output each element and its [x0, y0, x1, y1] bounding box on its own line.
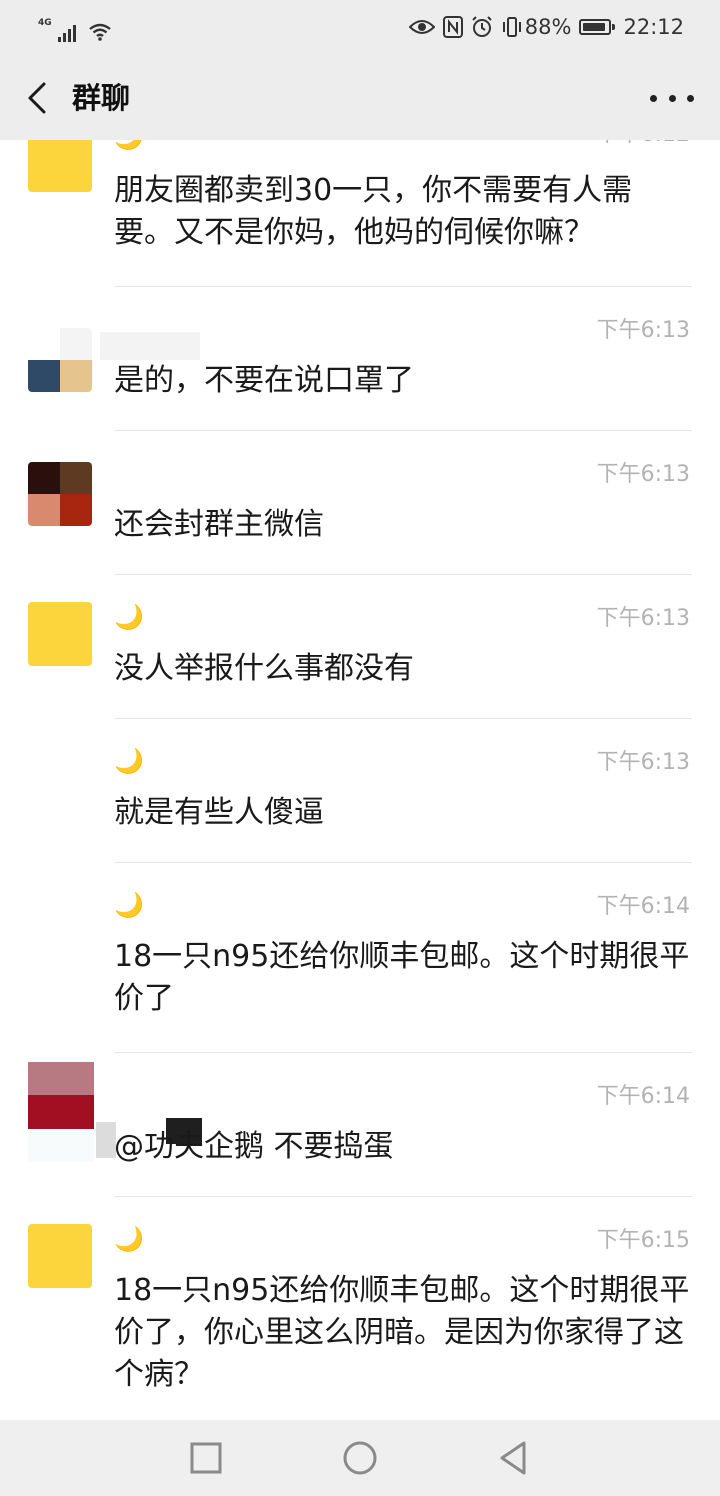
- timestamp: 下午6:12: [597, 140, 690, 150]
- message-item[interactable]: 🌙 下午6:13 没人举报什么事都没有: [0, 574, 720, 718]
- message-item[interactable]: 下午6:13 是的，不要在说口罩了: [0, 286, 720, 430]
- page-title: 群聊: [72, 81, 131, 115]
- sender-name: 🌙: [114, 891, 144, 919]
- timestamp: 下午6:14: [596, 894, 690, 919]
- message-text: 是的，不要在说口罩了: [114, 363, 414, 398]
- sender-name: 🌙: [114, 603, 144, 631]
- clock: 22:12: [623, 15, 684, 39]
- back-triangle-icon: [500, 1441, 526, 1475]
- vibrate-icon: [502, 17, 521, 37]
- nfc-icon: [442, 16, 463, 38]
- timestamp: 下午6:13: [596, 462, 690, 487]
- avatar[interactable]: [28, 140, 92, 192]
- message-text: 18一只n95还给你顺丰包邮。这个时期很平价了: [114, 939, 690, 1016]
- avatar[interactable]: [28, 1062, 94, 1162]
- message-item[interactable]: 🌙 下午6:13 就是有些人傻逼: [0, 718, 720, 862]
- message-item[interactable]: 🌙 下午6:12 朋友圈都卖到30一只，你不需要有人需要。又不是你妈，他妈的伺候…: [0, 140, 720, 284]
- chevron-left-icon: [28, 82, 46, 114]
- alarm-icon: [472, 16, 492, 37]
- more-button[interactable]: [650, 80, 694, 116]
- message-text: 18一只n95还给你顺丰包邮。这个时期很平价了，你心里这么阴暗。是因为你家得了这…: [114, 1273, 690, 1392]
- message-item[interactable]: 下午6:13 还会封群主微信: [0, 430, 720, 574]
- battery-percent: 88%: [524, 15, 572, 39]
- battery-icon: [579, 19, 616, 35]
- back-nav-button[interactable]: [494, 1438, 534, 1478]
- sender-name: 🌙: [114, 140, 144, 152]
- message-text: 就是有些人傻逼: [114, 795, 324, 830]
- signal-icon: [57, 24, 76, 42]
- message-list[interactable]: 🌙 下午6:12 朋友圈都卖到30一只，你不需要有人需要。又不是你妈，他妈的伺候…: [0, 140, 720, 1420]
- message-text: @功夫企鹅 不要捣蛋: [114, 1129, 394, 1164]
- message-item[interactable]: 🌙 下午6:15 18一只n95还给你顺丰包邮。这个时期很平价了，你心里这么阴暗…: [0, 1196, 720, 1420]
- recent-apps-icon: [190, 1442, 222, 1474]
- recent-apps-button[interactable]: [186, 1438, 226, 1478]
- system-nav-bar: [0, 1420, 720, 1496]
- network-type: 4G: [38, 18, 52, 28]
- wifi-icon: [88, 23, 111, 41]
- status-right: 88% 22:12: [408, 12, 684, 42]
- avatar[interactable]: [28, 462, 92, 526]
- timestamp: 下午6:13: [596, 606, 690, 631]
- blur-mask: [100, 332, 200, 360]
- back-button[interactable]: [22, 78, 58, 118]
- message-text: 朋友圈都卖到30一只，你不需要有人需要。又不是你妈，他妈的伺候你嘛？: [114, 173, 633, 250]
- avatar[interactable]: [28, 328, 92, 392]
- timestamp: 下午6:14: [596, 1084, 690, 1109]
- sender-name: 🌙: [114, 747, 144, 775]
- message-item[interactable]: 下午6:14 @功夫企鹅 不要捣蛋: [0, 1052, 720, 1196]
- sender-name: 🌙: [114, 1225, 144, 1253]
- chat-header: 群聊: [0, 56, 720, 140]
- status-bar: 4G 88% 22:12: [0, 0, 720, 56]
- home-icon: [343, 1441, 377, 1475]
- timestamp: 下午6:13: [596, 750, 690, 775]
- timestamp: 下午6:13: [596, 318, 690, 343]
- avatar[interactable]: [28, 602, 92, 666]
- timestamp: 下午6:15: [596, 1228, 690, 1253]
- eye-icon: [408, 20, 435, 34]
- more-dots-icon: [650, 94, 657, 102]
- message-text: 没人举报什么事都没有: [114, 651, 414, 686]
- avatar[interactable]: [28, 1224, 92, 1288]
- home-button[interactable]: [340, 1438, 380, 1478]
- blur-mask: [96, 1122, 116, 1158]
- message-text: 还会封群主微信: [114, 507, 324, 542]
- status-left: 4G: [38, 14, 112, 42]
- message-item[interactable]: 🌙 下午6:14 18一只n95还给你顺丰包邮。这个时期很平价了: [0, 862, 720, 1052]
